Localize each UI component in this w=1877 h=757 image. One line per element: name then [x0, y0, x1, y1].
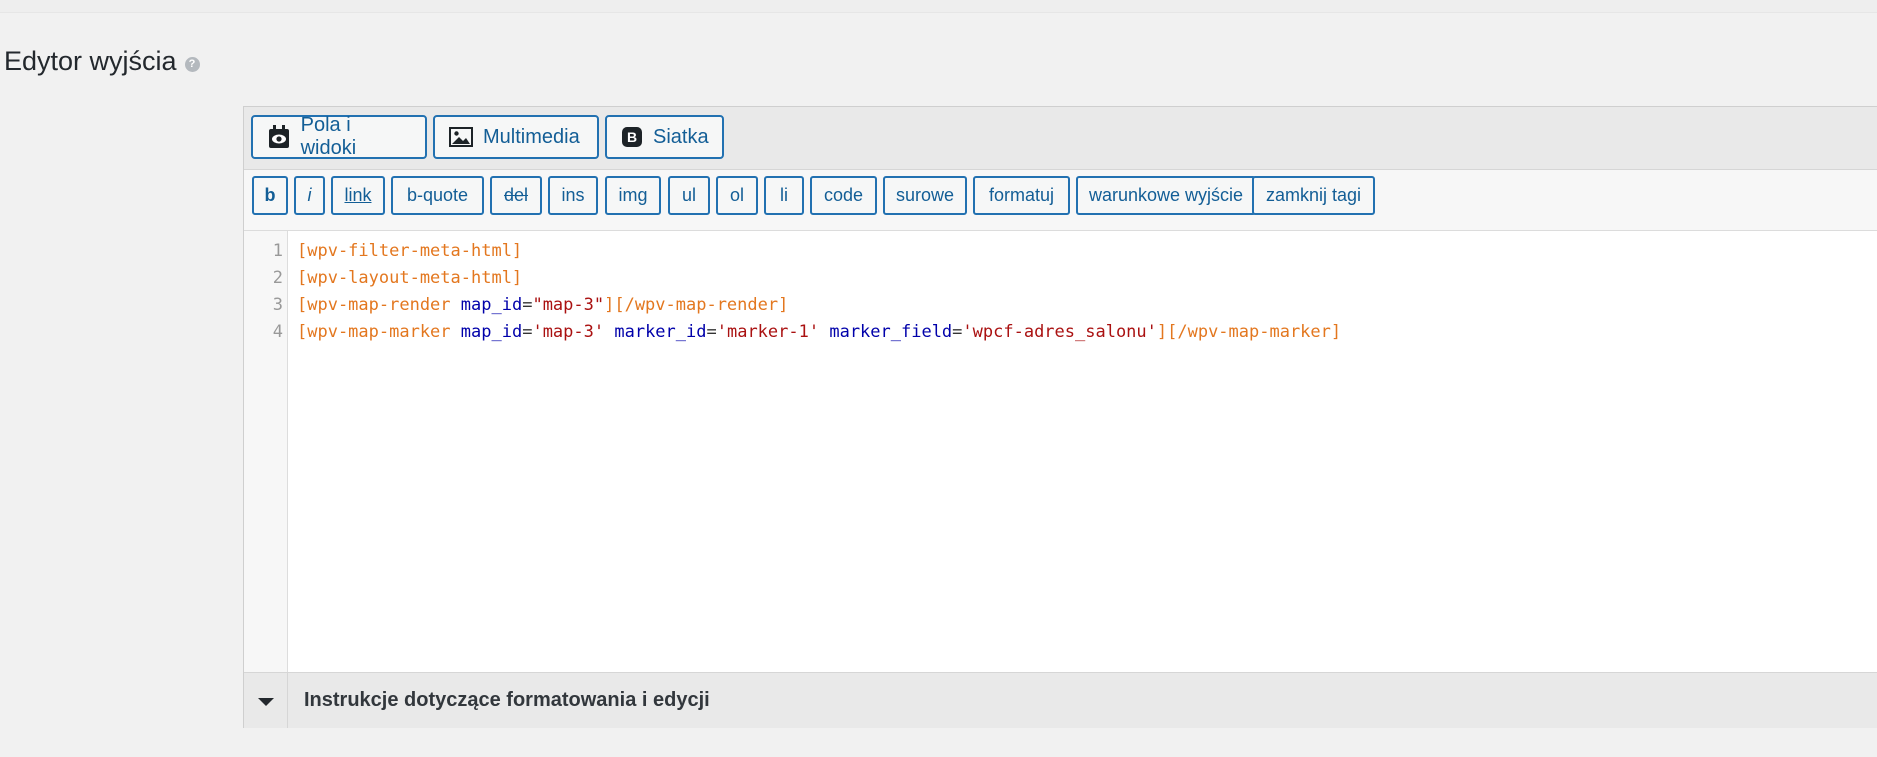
code-token: [wpv-map-marker	[297, 322, 451, 342]
fields-and-views-icon	[267, 125, 291, 149]
code-token: marker_id	[614, 322, 707, 342]
code-token: 'marker-1'	[716, 322, 820, 342]
line-number: 1	[272, 241, 283, 261]
code-token: map_id	[460, 322, 523, 342]
code-token: "map-3"	[532, 295, 605, 315]
code-line: [wpv-layout-meta-html]	[297, 265, 522, 292]
multimedia-label: Multimedia	[483, 125, 580, 148]
code-token: marker_field	[829, 322, 953, 342]
question-icon[interactable]: ?	[184, 56, 200, 72]
quicktags-toolbar: b i link b-quote del ins img ul ol li co…	[244, 170, 1877, 231]
quicktag-ul[interactable]: ul	[668, 176, 710, 215]
fields-and-views-button[interactable]: Pola i widoki	[251, 114, 427, 159]
line-number: 3	[272, 295, 283, 315]
quicktag-raw[interactable]: surowe	[883, 176, 967, 215]
quicktag-format[interactable]: formatuj	[973, 176, 1070, 215]
line-number: 4	[272, 322, 283, 342]
quicktag-conditional-output[interactable]: warunkowe wyjście	[1076, 176, 1256, 215]
code-token: 'map-3'	[532, 322, 605, 342]
grid-button[interactable]: B Siatka	[605, 115, 724, 159]
code-line: [wpv-map-render map_id="map-3"][/wpv-map…	[297, 292, 788, 319]
quicktag-ins[interactable]: ins	[548, 176, 598, 215]
code-token: =	[522, 322, 533, 342]
grid-label: Siatka	[653, 125, 709, 148]
code-token: [wpv-layout-meta-html]	[297, 268, 523, 288]
code-token: =	[952, 322, 963, 342]
quicktag-li[interactable]: li	[764, 176, 804, 215]
code-token: ][/wpv-map-render]	[604, 295, 789, 315]
section-header: Edytor wyjścia ?	[4, 42, 200, 80]
quicktag-close-tags[interactable]: zamknij tagi	[1252, 176, 1375, 215]
code-token: =	[706, 322, 717, 342]
code-token: =	[522, 295, 533, 315]
quicktag-i[interactable]: i	[294, 176, 325, 215]
svg-text:B: B	[627, 129, 637, 145]
code-token: map_id	[460, 295, 523, 315]
editor-main-toolbar: Pola i widoki Multimedia B Siatka	[244, 107, 1877, 170]
bootstrap-b-icon: B	[621, 125, 643, 149]
quicktag-code[interactable]: code	[810, 176, 877, 215]
fields-and-views-label: Pola i widoki	[300, 114, 357, 159]
code-token: ][/wpv-map-marker]	[1156, 322, 1342, 342]
image-icon	[449, 125, 473, 149]
code-token: [wpv-map-render	[297, 295, 451, 315]
code-line: [wpv-filter-meta-html]	[297, 238, 522, 265]
top-strip	[0, 0, 1877, 13]
output-editor: Pola i widoki Multimedia B Siatka b i li…	[243, 106, 1877, 728]
code-token: 'wpcf-adres_salonu'	[962, 322, 1157, 342]
code-editor[interactable]: 1 2 3 4 [wpv-filter-meta-html] [wpv-layo…	[244, 231, 1877, 678]
quicktag-b-quote[interactable]: b-quote	[391, 176, 484, 215]
formatting-instructions-label[interactable]: Instrukcje dotyczące formatowania i edyc…	[304, 673, 710, 728]
quicktag-img[interactable]: img	[605, 176, 661, 215]
line-number-gutter: 1 2 3 4	[244, 231, 288, 678]
quicktag-b[interactable]: b	[252, 176, 288, 215]
formatting-instructions-bar[interactable]: Instrukcje dotyczące formatowania i edyc…	[244, 672, 1877, 728]
multimedia-button[interactable]: Multimedia	[433, 115, 599, 159]
section-title: Edytor wyjścia	[4, 46, 177, 76]
quicktag-del[interactable]: del	[490, 176, 542, 215]
quicktag-ol[interactable]: ol	[716, 176, 758, 215]
quicktag-link[interactable]: link	[331, 176, 385, 215]
code-line: [wpv-map-marker map_id='map-3' marker_id…	[297, 319, 1341, 346]
code-token: [wpv-filter-meta-html]	[297, 241, 523, 261]
line-number: 2	[272, 268, 283, 288]
triangle-down-icon[interactable]	[244, 673, 288, 728]
